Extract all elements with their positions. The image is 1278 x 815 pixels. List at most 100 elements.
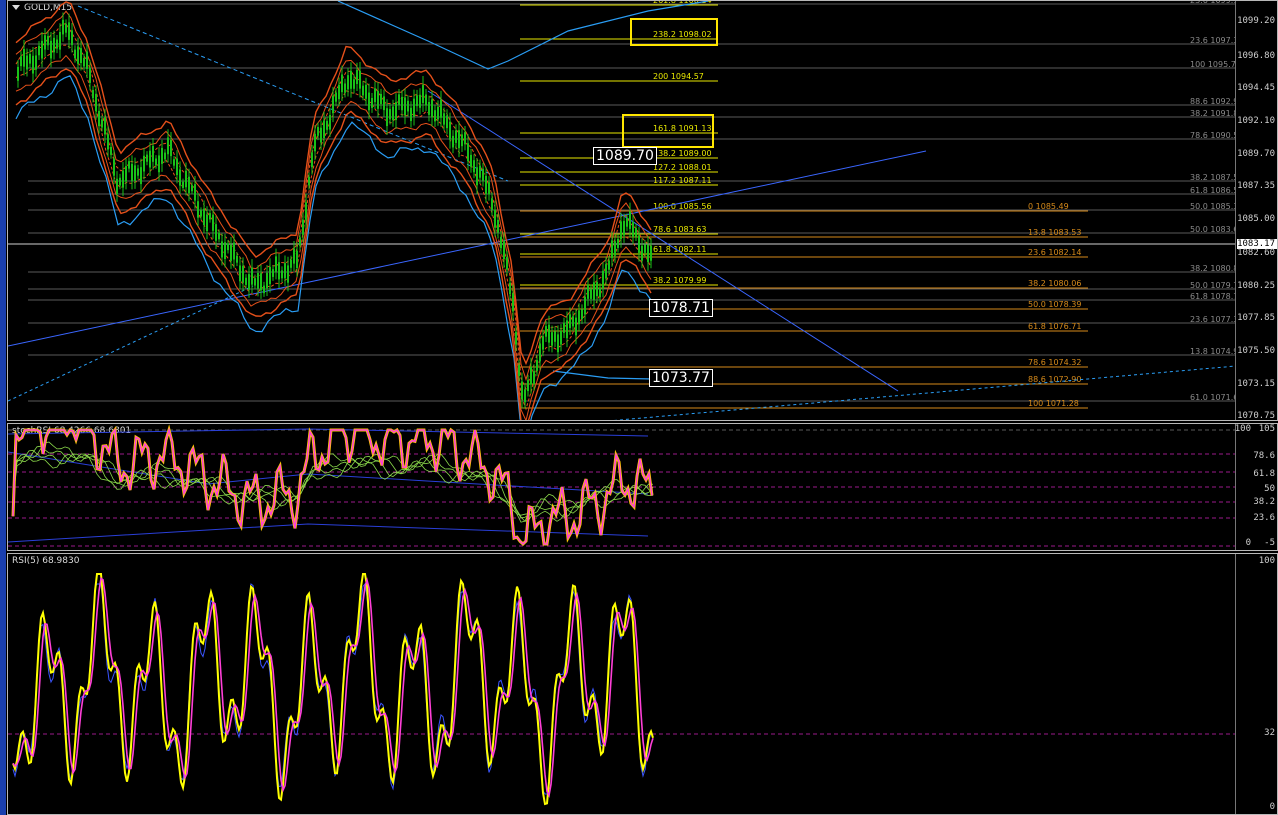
candle-body (176, 158, 178, 176)
stochrsi-pane[interactable]: stochRSI 68.4266 68.6801 105 100 78.6 61… (7, 423, 1278, 551)
candle-body (383, 96, 385, 111)
fib-right-label: 38.2 1087.59 (1190, 173, 1236, 182)
candle-body (635, 228, 637, 237)
candle-body (98, 110, 100, 127)
candle-body (647, 244, 649, 263)
candle-body (122, 170, 124, 188)
candle-body (287, 265, 289, 283)
stoch-tick: 23.6 (1253, 513, 1275, 523)
fib-right-label: 100 1095.71 (1190, 60, 1236, 69)
candle-body (275, 256, 277, 272)
stoch-tick: 50 (1264, 484, 1275, 494)
candle-body (470, 154, 472, 167)
candle-body (329, 115, 331, 130)
candle-body (650, 245, 652, 261)
fib-extension-label: 117.2 1087.11 (653, 176, 712, 185)
candle-body (215, 224, 217, 241)
candle-body (269, 266, 271, 285)
candle-body (185, 170, 187, 188)
candle-body (557, 334, 559, 353)
candle-body (428, 102, 430, 115)
candle-body (137, 168, 139, 176)
candle-body (476, 167, 478, 186)
candle-body (353, 79, 355, 89)
candle-body (332, 95, 334, 114)
candle-body (545, 326, 547, 337)
candle-body (491, 198, 493, 210)
candle-body (359, 70, 361, 89)
fib-extension-label: 38.2 1079.99 (653, 276, 706, 285)
candle-body (320, 127, 322, 143)
candle-body (125, 166, 127, 182)
candle-body (551, 332, 553, 346)
candle-body (65, 23, 67, 33)
candle-body (254, 278, 256, 286)
candle-body (584, 296, 586, 315)
fib-retracement-label: 100 1071.28 (1028, 399, 1079, 408)
price-axis[interactable]: 1099.20 1096.80 1094.45 1092.10 1089.70 … (1235, 1, 1277, 421)
candle-body (623, 220, 625, 236)
candle-body (440, 99, 442, 118)
fib-right-label: 61.0 1071.61 (1190, 393, 1236, 402)
candle-body (413, 98, 415, 117)
candle-body (47, 36, 49, 46)
stoch-tick: 100 (1234, 424, 1251, 434)
stoch-tick: 38.2 (1253, 497, 1275, 507)
fib-extension-label: 138.2 1089.00 (653, 149, 712, 158)
candle-body (443, 113, 445, 125)
lower-envelope-tail (552, 370, 654, 380)
candle-body (149, 150, 151, 168)
candle-body (404, 97, 406, 116)
fib-retracement-label: 38.2 1080.06 (1028, 279, 1081, 288)
candle-body (140, 167, 142, 185)
rsi-pane[interactable]: RSI(5) 68.9830 100 32 0 (7, 553, 1278, 815)
candle-body (74, 49, 76, 59)
trendline-dashed-left (8, 285, 254, 402)
candle-body (575, 317, 577, 336)
price-chart-pane[interactable]: GOLD,M15 23.6 1099.9023.6 1097.35100 109… (7, 0, 1278, 421)
candle-body (35, 55, 37, 70)
rsi-canvas[interactable] (8, 554, 1236, 814)
candle-body (434, 110, 436, 122)
fib-right-label: 61.8 1086.51 (1190, 186, 1236, 195)
candle-body (410, 107, 412, 122)
candle-body (260, 273, 262, 291)
candle-body (188, 176, 190, 194)
candle-body (644, 244, 646, 253)
candle-body (191, 185, 193, 192)
stoch-tick: 61.8 (1253, 469, 1275, 479)
candle-body (200, 210, 202, 217)
candle-body (197, 201, 199, 218)
price-tick: 1077.85 (1237, 313, 1275, 323)
candle-body (425, 94, 427, 106)
candle-body (494, 209, 496, 228)
candle-body (581, 309, 583, 320)
candle-body (80, 48, 82, 64)
candle-body (503, 241, 505, 260)
candle-body (602, 270, 604, 289)
candle-body (527, 380, 529, 392)
candle-body (179, 169, 181, 186)
stochrsi-axis: 105 100 78.6 61.8 50 38.2 23.6 -5 0 (1235, 424, 1277, 550)
fib-retracement-label: 88.6 1072.90 (1028, 375, 1081, 384)
candle-body (335, 92, 337, 102)
candle-body (71, 30, 73, 46)
fib-right-label: 50.0 1083.66 (1190, 225, 1236, 234)
candle-body (395, 102, 397, 120)
stochrsi-canvas[interactable] (8, 424, 1236, 550)
candle-body (599, 287, 601, 298)
candle-body (518, 364, 520, 377)
price-chart-canvas[interactable]: 23.6 1099.90 23.6 1097.35 100 1095.71 88.6 … (8, 1, 1236, 420)
candle-body (239, 265, 241, 282)
candle-body (593, 282, 595, 301)
candle-body (155, 158, 157, 166)
candle-body (116, 178, 118, 195)
candle-body (17, 66, 19, 81)
fib-right-label: 78.6 1090.56 (1190, 131, 1236, 140)
fib-extension-label: 100.0 1085.56 (653, 202, 712, 211)
candle-body (29, 53, 31, 64)
candle-body (317, 127, 319, 136)
candle-body (416, 95, 418, 107)
candle-body (119, 177, 121, 186)
fib-right-label: 50.0 1079.70 (1190, 281, 1236, 290)
